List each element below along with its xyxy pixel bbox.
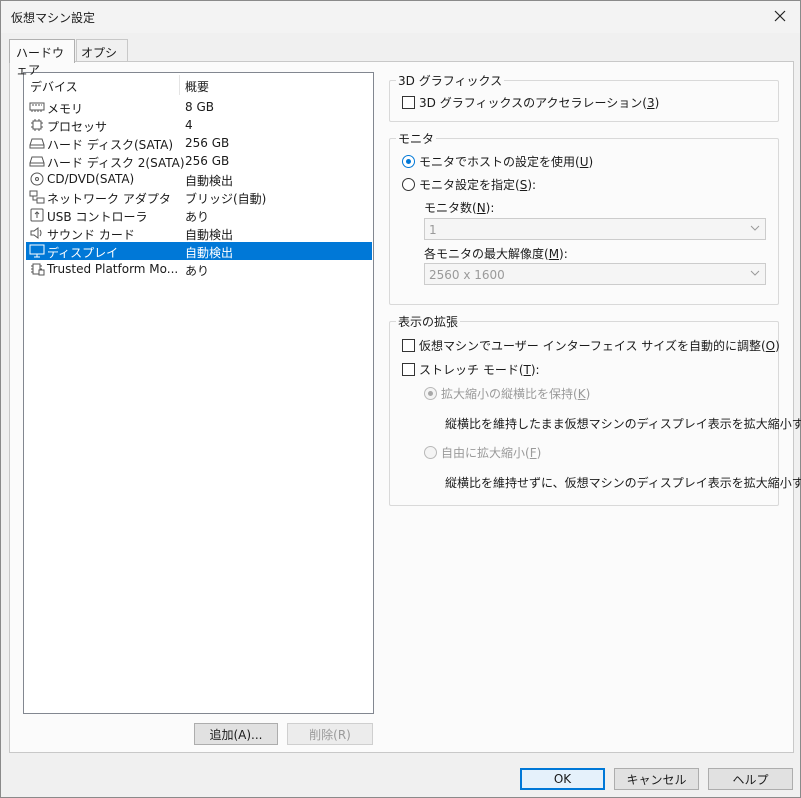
device-row-hard-disk[interactable]: ハード ディスク(SATA) 256 GB: [26, 134, 372, 152]
monitor-count-label: モニタ数(N):: [424, 201, 495, 215]
checkbox-box: [402, 96, 415, 109]
specify-monitor-settings-label: モニタ設定を指定(S):: [419, 178, 537, 192]
autofit-ui-label: 仮想マシンでユーザー インターフェイス サイズを自動的に調整(O): [419, 339, 780, 353]
device-summary: 256 GB: [185, 136, 230, 150]
device-name: ハード ディスク 2(SATA): [47, 156, 185, 170]
max-resolution-label: 各モニタの最大解像度(M):: [424, 247, 568, 261]
device-row-usb-controller[interactable]: USB コントローラ あり: [26, 206, 372, 224]
device-summary: 8 GB: [185, 100, 214, 114]
device-name: ネットワーク アダプタ: [47, 192, 171, 206]
keep-aspect-label: 拡大縮小の縦横比を保持(K): [441, 387, 591, 401]
column-header-summary[interactable]: 概要: [185, 78, 209, 95]
column-header-device[interactable]: デバイス: [30, 78, 78, 95]
device-summary: 自動検出: [185, 246, 234, 260]
cancel-button[interactable]: キャンセル: [614, 768, 699, 790]
usb-icon: [30, 208, 44, 222]
monitor-count-select[interactable]: 1: [424, 218, 766, 240]
close-button[interactable]: [760, 1, 800, 31]
display-icon: [29, 244, 45, 258]
device-summary: 自動検出: [185, 174, 234, 188]
add-button[interactable]: 追加(A)...: [194, 723, 278, 745]
speaker-icon: [30, 227, 42, 239]
device-name: プロセッサ: [47, 120, 108, 134]
free-stretch-label: 自由に拡大縮小(F): [441, 446, 542, 460]
list-header: デバイス 概要: [24, 73, 373, 95]
device-summary: 256 GB: [185, 154, 230, 168]
3d-acceleration-label: 3D グラフィックスのアクセラレーション(3): [419, 96, 660, 110]
device-name: CD/DVD(SATA): [47, 172, 135, 186]
stretch-mode-checkbox[interactable]: ストレッチ モード(T):: [402, 361, 540, 378]
chevron-down-icon: [750, 270, 760, 276]
display-scaling-group: 表示の拡張 仮想マシンでユーザー インターフェイス サイズを自動的に調整(O) …: [389, 313, 801, 506]
display-scaling-group-title: 表示の拡張: [396, 313, 461, 330]
column-separator[interactable]: [179, 75, 180, 95]
tab-options[interactable]: オプション: [76, 39, 128, 77]
device-name: サウンド カード: [47, 228, 135, 242]
radio-dot: [402, 155, 415, 168]
free-stretch-radio[interactable]: 自由に拡大縮小(F): [424, 444, 541, 461]
device-name: USB コントローラ: [47, 210, 148, 224]
device-row-hard-disk-2[interactable]: ハード ディスク 2(SATA) 256 GB: [26, 152, 372, 170]
title-bar: 仮想マシン設定: [1, 1, 800, 33]
chevron-down-icon: [750, 225, 760, 231]
remove-button[interactable]: 削除(R): [287, 723, 373, 745]
monitor-count-value: 1: [429, 223, 437, 237]
hard-disk-icon: [29, 138, 45, 149]
device-row-sound-card[interactable]: サウンド カード 自動検出: [26, 224, 372, 242]
tab-hardware[interactable]: ハードウェア: [9, 39, 75, 77]
radio-dot: [424, 446, 437, 459]
tpm-chip-icon: [31, 263, 45, 276]
stretch-mode-label: ストレッチ モード(T):: [419, 363, 540, 377]
device-row-cd-dvd[interactable]: CD/DVD(SATA) 自動検出: [26, 170, 372, 188]
use-host-settings-label: モニタでホストの設定を使用(U): [419, 155, 594, 169]
monitor-group: モニタ モニタでホストの設定を使用(U) モニタ設定を指定(S): モニタ数(N…: [389, 130, 779, 305]
device-summary: 自動検出: [185, 228, 234, 242]
use-host-settings-radio[interactable]: モニタでホストの設定を使用(U): [402, 153, 593, 170]
device-name: ハード ディスク(SATA): [47, 138, 174, 152]
max-resolution-select[interactable]: 2560 x 1600: [424, 263, 766, 285]
radio-dot: [402, 178, 415, 191]
network-adapter-icon: [29, 190, 45, 204]
monitor-group-title: モニタ: [396, 130, 437, 147]
device-row-network-adapter[interactable]: ネットワーク アダプタ ブリッジ(自動): [26, 188, 372, 206]
radio-dot: [424, 387, 437, 400]
device-list[interactable]: デバイス 概要 メモリ 8 GB プロセッサ 4 ハード ディスク(SATA) …: [23, 72, 374, 714]
device-row-display[interactable]: ディスプレイ 自動検出: [26, 242, 372, 260]
keep-aspect-description: 縦横比を維持したまま仮想マシンのディスプレイ表示を拡大縮小する: [445, 417, 801, 431]
processor-icon: [31, 119, 43, 131]
3d-acceleration-checkbox[interactable]: 3D グラフィックスのアクセラレーション(3): [402, 94, 659, 111]
window-title: 仮想マシン設定: [11, 11, 96, 25]
graphics-group-title: 3D グラフィックス: [396, 72, 505, 89]
device-row-tpm[interactable]: Trusted Platform Mo... あり: [26, 260, 372, 278]
device-summary: あり: [185, 264, 210, 278]
device-row-processor[interactable]: プロセッサ 4: [26, 116, 372, 134]
specify-monitor-settings-radio[interactable]: モニタ設定を指定(S):: [402, 176, 536, 193]
keep-aspect-radio[interactable]: 拡大縮小の縦横比を保持(K): [424, 385, 590, 402]
device-summary: あり: [185, 210, 210, 224]
memory-icon: [29, 102, 45, 112]
autofit-ui-checkbox[interactable]: 仮想マシンでユーザー インターフェイス サイズを自動的に調整(O): [402, 337, 780, 354]
device-summary: 4: [185, 118, 193, 132]
checkbox-box: [402, 339, 415, 352]
device-name: Trusted Platform Mo...: [47, 262, 179, 276]
max-resolution-value: 2560 x 1600: [429, 268, 505, 282]
ok-button[interactable]: OK: [520, 768, 605, 790]
cd-dvd-icon: [30, 172, 44, 186]
help-button[interactable]: ヘルプ: [708, 768, 793, 790]
close-icon: [774, 10, 786, 22]
settings-dialog: 仮想マシン設定 ハードウェア オプション デバイス 概要 メモリ 8 GB プロ…: [0, 0, 801, 798]
graphics-group: 3D グラフィックス 3D グラフィックスのアクセラレーション(3): [389, 72, 779, 122]
device-name: メモリ: [47, 102, 84, 116]
device-row-memory[interactable]: メモリ 8 GB: [26, 98, 372, 116]
device-summary: ブリッジ(自動): [185, 192, 267, 206]
device-name: ディスプレイ: [47, 246, 119, 260]
checkbox-box: [402, 363, 415, 376]
free-stretch-description: 縦横比を維持せずに、仮想マシンのディスプレイ表示を拡大縮小する: [445, 476, 801, 490]
hard-disk-icon: [29, 156, 45, 167]
